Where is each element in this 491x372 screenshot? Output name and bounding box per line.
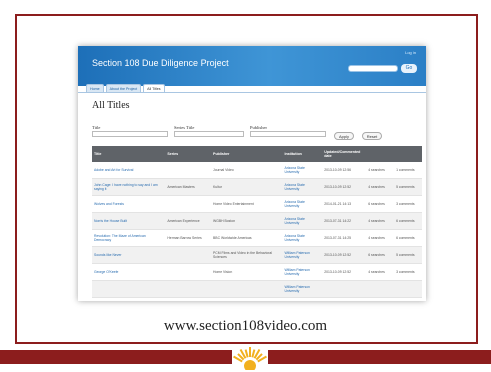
table-cell: PCM Films and Video in the Behavioral Sc… <box>211 246 283 264</box>
table-cell: 2013-10-09 12:52 <box>322 263 367 281</box>
reset-button[interactable]: Reset <box>362 132 382 140</box>
table-cell[interactable]: Arizona State University <box>282 178 323 196</box>
table-body: Adobe and Art for Survival Journal Video A… <box>92 162 422 298</box>
column-header-series[interactable]: Series <box>165 146 212 162</box>
table-row[interactable]: Sounds like Never PCM Films and Video in … <box>92 246 422 264</box>
publisher-filter-label: Publisher <box>250 125 268 130</box>
site-banner: Section 108 Due Diligence Project Log in… <box>78 46 426 86</box>
column-header-searches <box>366 146 395 162</box>
table-cell[interactable]: Arizona State University <box>282 212 323 230</box>
table-cell: 6 searches <box>366 246 395 264</box>
table-row[interactable]: Adobe and Art for Survival Journal Video A… <box>92 162 422 179</box>
column-header-updated[interactable]: Updated/Commented date <box>322 146 367 162</box>
table-cell <box>165 195 212 213</box>
table-cell[interactable]: George O'Keefe <box>92 263 166 281</box>
table-cell: 2013-10-09 12:52 <box>322 178 367 196</box>
column-header-title[interactable]: Title <box>92 146 166 162</box>
series-filter-label: Series Title <box>174 125 195 130</box>
table-cell: 6 searches <box>366 195 395 213</box>
sun-logo-icon <box>232 344 268 370</box>
table-header-row: Title Series Publisher Institution Updat… <box>92 146 422 162</box>
table-cell <box>394 280 422 298</box>
table-cell: 4 searches <box>366 212 395 230</box>
table-cell <box>366 280 395 298</box>
table-cell[interactable]: Norris the House Built <box>92 212 166 230</box>
table-cell[interactable] <box>92 280 166 298</box>
table-cell[interactable]: William Paterson University <box>282 263 323 281</box>
table-cell[interactable]: Revolution: The Maze of American Democra… <box>92 229 166 247</box>
table-row[interactable]: William Paterson University <box>92 280 422 298</box>
publisher-filter-input[interactable] <box>250 131 326 137</box>
table-cell[interactable]: John Cage: I have nothing to say and I a… <box>92 178 166 196</box>
table-cell: Journal Video <box>211 162 283 179</box>
column-header-comments <box>394 146 422 162</box>
table-cell: American Masters <box>165 178 212 196</box>
title-filter-label: Title <box>92 125 101 130</box>
table-cell[interactable]: Sounds like Never <box>92 246 166 264</box>
login-link[interactable]: Log in <box>405 50 416 55</box>
apply-button[interactable]: Apply <box>334 132 354 140</box>
table-cell: 5 comments <box>394 178 422 196</box>
titles-table: Title Series Publisher Institution Updat… <box>92 146 422 298</box>
title-filter-input[interactable] <box>92 131 168 137</box>
table-cell <box>165 263 212 281</box>
table-cell[interactable]: William Paterson University <box>282 280 323 298</box>
table-cell: BBC Worldwide Americas <box>211 229 283 247</box>
table-cell[interactable]: Arizona State University <box>282 195 323 213</box>
table-cell: 5 comments <box>394 246 422 264</box>
table-cell: 3 comments <box>394 195 422 213</box>
table-cell[interactable]: Wolves and Forests <box>92 195 166 213</box>
table-row[interactable]: Norris the House Built American Experienc… <box>92 212 422 230</box>
table-cell[interactable]: William Paterson University <box>282 246 323 264</box>
table-row[interactable]: George O'Keefe Home Vision William Paterso… <box>92 263 422 281</box>
table-row[interactable]: Wolves and Forests Home Video Entertainme… <box>92 195 422 213</box>
table-cell <box>165 246 212 264</box>
column-header-institution[interactable]: Institution <box>282 146 323 162</box>
table-cell: 6 comments <box>394 212 422 230</box>
table-cell: 6 comments <box>394 229 422 247</box>
table-cell: 4 searches <box>366 263 395 281</box>
tab-divider <box>78 92 426 93</box>
website-screenshot: Section 108 Due Diligence Project Log in… <box>78 46 426 301</box>
search-button[interactable]: Go <box>401 64 417 73</box>
page-title: All Titles <box>92 100 130 111</box>
table-cell: Home Vision <box>211 263 283 281</box>
table-cell: Home Video Entertainment <box>211 195 283 213</box>
search-input[interactable] <box>348 65 398 72</box>
table-row[interactable]: John Cage: I have nothing to say and I a… <box>92 178 422 196</box>
table-cell <box>165 162 212 179</box>
slide-url: www.section108video.com <box>163 318 328 334</box>
table-cell[interactable]: Arizona State University <box>282 229 323 247</box>
table-cell: 2013-07-31 14:22 <box>322 212 367 230</box>
table-cell: 2014-01-21 14:13 <box>322 195 367 213</box>
table-cell[interactable]: Arizona State University <box>282 162 323 179</box>
table-cell: 4 searches <box>366 178 395 196</box>
table-cell: 4 searches <box>366 162 395 179</box>
table-cell[interactable]: Adobe and Art for Survival <box>92 162 166 179</box>
table-cell: 4 searches <box>366 229 395 247</box>
table-cell <box>322 280 367 298</box>
table-cell: WGBH Boston <box>211 212 283 230</box>
table-cell: Kultur <box>211 178 283 196</box>
series-filter-input[interactable] <box>174 131 244 137</box>
table-cell <box>165 280 212 298</box>
table-cell: Herman Barrow Series <box>165 229 212 247</box>
table-cell: 1 comments <box>394 162 422 179</box>
table-cell: American Experience <box>165 212 212 230</box>
table-cell: 2013-10-09 12:52 <box>322 246 367 264</box>
column-header-publisher[interactable]: Publisher <box>211 146 283 162</box>
table-row[interactable]: Revolution: The Maze of American Democra… <box>92 229 422 247</box>
table-cell: 2013-07-31 14:25 <box>322 229 367 247</box>
site-title: Section 108 Due Diligence Project <box>92 58 229 68</box>
table-cell: 3 comments <box>394 263 422 281</box>
table-cell: 2013-10-09 12:56 <box>322 162 367 179</box>
table-cell <box>211 280 283 298</box>
